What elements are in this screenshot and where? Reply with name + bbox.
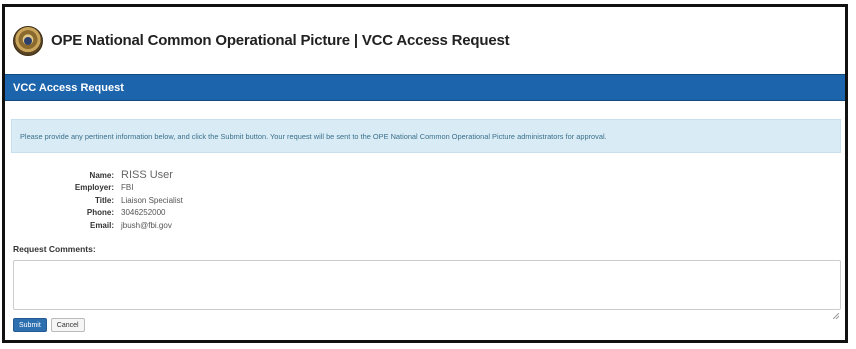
user-details: Name: RISS User Employer: FBI Title: Lia… [5,169,845,233]
cancel-button[interactable]: Cancel [50,318,85,332]
info-message: Please provide any pertinent information… [20,131,607,141]
detail-row-name: Name: RISS User [5,169,845,183]
detail-value: 3046252000 [121,208,166,217]
detail-value: FBI [121,183,134,192]
seal-center [24,36,32,45]
panel-title: VCC Access Request [13,81,124,94]
detail-label: Employer: [74,183,114,192]
detail-row-email: Email: jbush@fbi.gov [5,221,845,234]
resize-grip-icon[interactable] [833,313,839,319]
detail-label: Email: [89,220,114,230]
comments-label: Request Comments: [13,244,96,254]
detail-row-title: Title: Liaison Specialist [5,196,845,209]
form-actions: Submit Cancel [13,318,845,332]
submit-button[interactable]: Submit [13,318,47,332]
detail-label: Title: [95,195,114,205]
detail-value: Liaison Specialist [121,195,183,205]
detail-label: Phone: [86,208,114,217]
detail-row-employer: Employer: FBI [5,183,845,196]
seal-icon [13,25,43,56]
info-alert: Please provide any pertinent information… [11,119,841,153]
detail-label: Name: [89,171,114,180]
detail-row-phone: Phone: 3046252000 [5,208,845,221]
detail-value: jbush@fbi.gov [121,220,172,230]
panel-header: VCC Access Request [5,74,845,101]
page-title: OPE National Common Operational Picture … [51,32,510,49]
browser-frame: OPE National Common Operational Picture … [2,4,848,343]
request-comments-textarea[interactable] [13,260,841,310]
detail-value: RISS User [121,169,173,181]
app-header: OPE National Common Operational Picture … [5,7,845,74]
